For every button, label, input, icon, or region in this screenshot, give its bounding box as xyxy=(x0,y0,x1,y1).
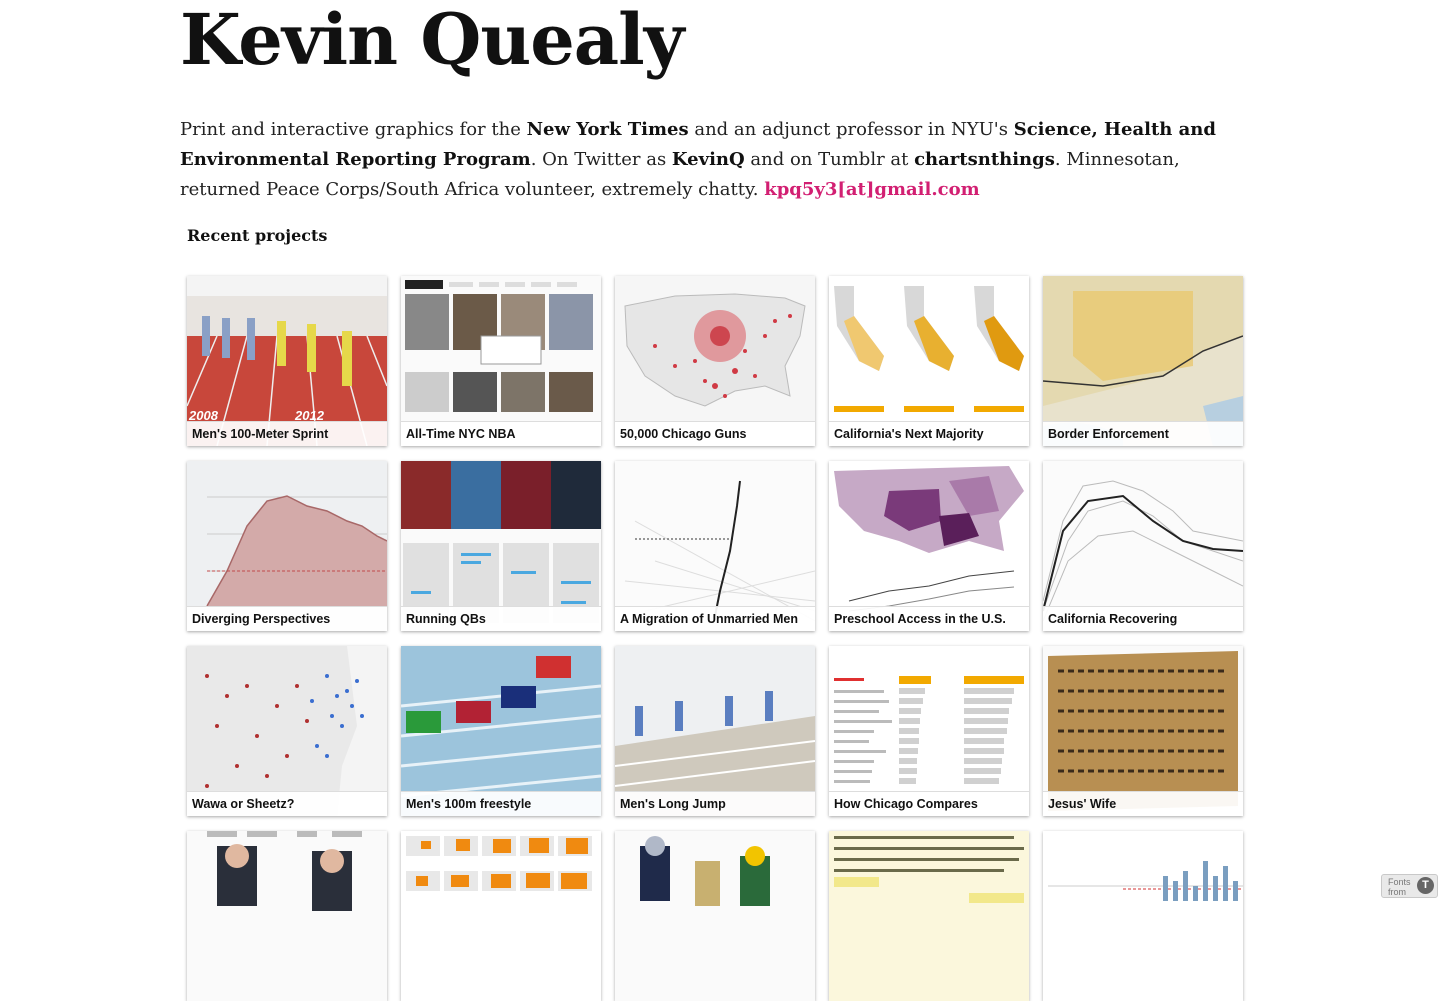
project-title: Preschool Access in the U.S. xyxy=(829,606,1029,631)
bio-text-2: and an adjunct professor in NYU's xyxy=(688,119,1014,140)
project-tile-california-recovering[interactable]: California Recovering xyxy=(1043,461,1243,631)
fonts-badge-text: Fonts from xyxy=(1388,877,1411,897)
bio-text-3: . On Twitter as xyxy=(530,149,672,170)
project-title: Running QBs xyxy=(401,606,601,631)
project-title: Men's 100m freestyle xyxy=(401,791,601,816)
project-tile-qbs[interactable]: Running QBs xyxy=(401,461,601,631)
project-title: Border Enforcement xyxy=(1043,421,1243,446)
project-tile-candidates[interactable] xyxy=(187,831,387,1001)
project-title: A Migration of Unmarried Men xyxy=(615,606,815,631)
project-tile-quarterbacks[interactable] xyxy=(615,831,815,1001)
fonts-badge[interactable]: Fonts from T xyxy=(1381,874,1438,898)
project-thumbnail xyxy=(1043,831,1243,1001)
project-tile-wawa[interactable]: Wawa or Sheetz? xyxy=(187,646,387,816)
project-thumbnail xyxy=(829,831,1029,1001)
project-tile-border[interactable]: Border Enforcement xyxy=(1043,276,1243,446)
project-tile-jesus-wife[interactable]: Jesus' Wife xyxy=(1043,646,1243,816)
project-title: California's Next Majority xyxy=(829,421,1029,446)
project-title: Wawa or Sheetz? xyxy=(187,791,387,816)
typekit-logo-icon: T xyxy=(1417,877,1434,894)
project-tile-diverging[interactable]: Diverging Perspectives xyxy=(187,461,387,631)
employer-link: New York Times xyxy=(526,119,689,140)
project-tile-freestyle[interactable]: Men's 100m freestyle xyxy=(401,646,601,816)
project-tile-california-majority[interactable]: California's Next Majority xyxy=(829,276,1029,446)
project-tile-code[interactable] xyxy=(829,831,1029,1001)
project-title: Men's Long Jump xyxy=(615,791,815,816)
projects-grid: 2008 2012 Men's 100-Meter Sprint All-Tim… xyxy=(187,276,1243,1001)
project-title: 50,000 Chicago Guns xyxy=(615,421,815,446)
project-tile-preschool[interactable]: Preschool Access in the U.S. xyxy=(829,461,1029,631)
twitter-handle: KevinQ xyxy=(671,149,745,170)
project-tile-guns[interactable]: 50,000 Chicago Guns xyxy=(615,276,815,446)
email-link[interactable]: kpq5y3[at]gmail.com xyxy=(764,179,979,200)
project-tile-long-jump[interactable]: Men's Long Jump xyxy=(615,646,815,816)
bio-text: Print and interactive graphics for the N… xyxy=(180,115,1260,205)
project-tile-sprint[interactable]: 2008 2012 Men's 100-Meter Sprint xyxy=(187,276,387,446)
project-thumbnail xyxy=(187,831,387,1001)
project-thumbnail xyxy=(615,831,815,1001)
project-title: California Recovering xyxy=(1043,606,1243,631)
project-tile-migration[interactable]: A Migration of Unmarried Men xyxy=(615,461,815,631)
project-tile-nba[interactable]: All-Time NYC NBA xyxy=(401,276,601,446)
project-title: All-Time NYC NBA xyxy=(401,421,601,446)
project-tile-jobs[interactable] xyxy=(1043,831,1243,1001)
tumblr-name: chartsnthings xyxy=(914,149,1055,170)
project-tile-maps[interactable] xyxy=(401,831,601,1001)
project-title: How Chicago Compares xyxy=(829,791,1029,816)
project-tile-chicago-compares[interactable]: How Chicago Compares xyxy=(829,646,1029,816)
section-heading: Recent projects xyxy=(187,226,328,245)
page-title: Kevin Quealy xyxy=(180,0,684,81)
bio-text-1: Print and interactive graphics for the xyxy=(180,119,527,140)
project-title: Men's 100-Meter Sprint xyxy=(187,421,387,446)
project-thumbnail xyxy=(401,831,601,1001)
project-title: Jesus' Wife xyxy=(1043,791,1243,816)
project-title: Diverging Perspectives xyxy=(187,606,387,631)
bio-text-4: and on Tumblr at xyxy=(744,149,915,170)
